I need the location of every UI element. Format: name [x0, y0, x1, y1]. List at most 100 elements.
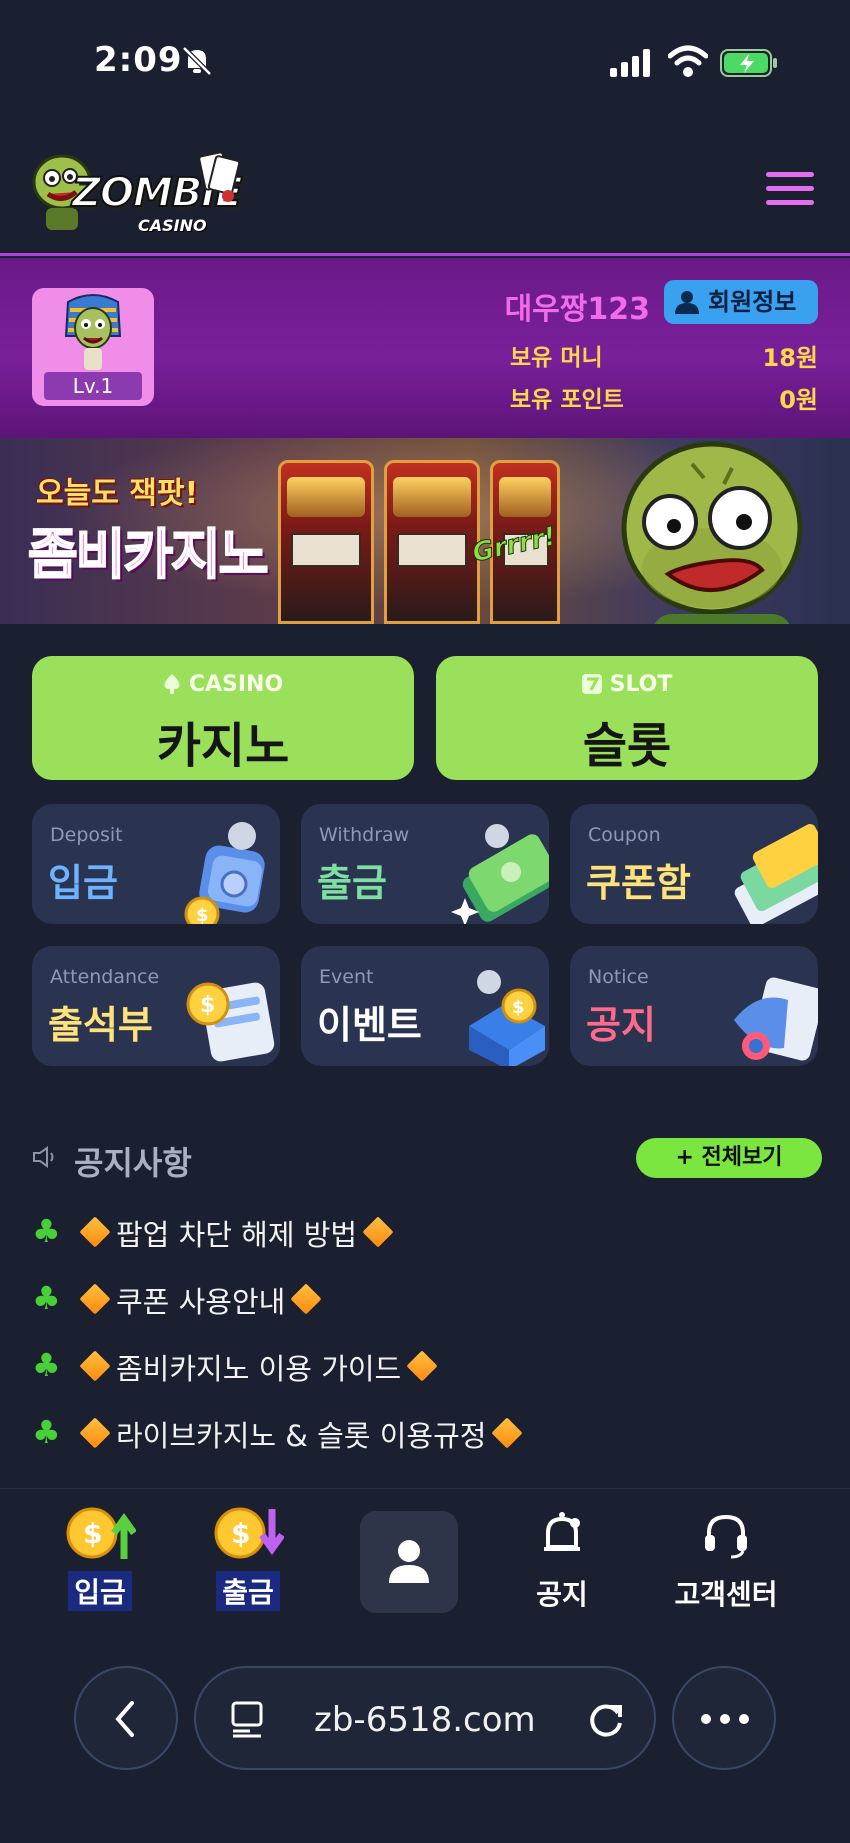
speaker-icon [33, 1146, 54, 1168]
notice-list-item[interactable]: ♣ 라이브카지노 & 슬롯 이용규정 [32, 1409, 822, 1453]
points-value: 0원 [779, 386, 818, 414]
attendance-tile[interactable]: Attendance 출석부 $ [32, 946, 280, 1066]
svg-text:$: $ [231, 1517, 250, 1550]
slot-main-label: 슬롯 [582, 718, 672, 774]
url-text: zb-6518.com [314, 1700, 536, 1740]
club-icon: ♣ [32, 1413, 61, 1451]
nav-notice-label: 공지 [536, 1578, 588, 1611]
tile-en-label: Coupon [588, 824, 661, 846]
address-bar[interactable]: zb-6518.com [194, 1666, 656, 1770]
calendar-coin-icon: $ [186, 982, 275, 1062]
club-icon: ♣ [32, 1212, 61, 1250]
casino-category-button[interactable]: CASINO 카지노 [32, 656, 414, 780]
banner-subtitle: 오늘도 잭팟! [36, 476, 199, 511]
slot-machine-image [384, 460, 480, 624]
status-time: 2:09 [94, 40, 183, 80]
nav-notice[interactable]: 공지 [492, 1503, 632, 1615]
banner-title: 좀비카지노 [27, 522, 269, 587]
nav-support-label: 고객센터 [674, 1578, 778, 1611]
svg-text:$: $ [200, 993, 215, 1018]
chevron-left-icon [115, 1701, 134, 1737]
tile-ko-label: 공지 [586, 1003, 656, 1047]
notice-list-item[interactable]: ♣ 팝업 차단 해제 방법 [32, 1208, 822, 1252]
svg-text:$: $ [83, 1517, 102, 1550]
page-menu-icon [231, 1701, 263, 1738]
gift-box-coin-icon: $ [469, 970, 545, 1066]
event-tile[interactable]: Event 이벤트 $ [301, 946, 549, 1066]
club-icon: ♣ [32, 1346, 61, 1384]
club-icon: ♣ [32, 1279, 61, 1317]
coin-down-arrow-icon: $ [214, 1507, 284, 1559]
slot-machine-image [278, 460, 374, 624]
cellular-signal-icon [610, 49, 650, 77]
tile-ko-label: 입금 [48, 861, 118, 905]
battery-charging-icon [720, 49, 777, 77]
tile-ko-label: 출석부 [48, 1003, 153, 1047]
notice-text: 좀비카지노 이용 가이드 [79, 1346, 443, 1388]
tile-ko-label: 출금 [317, 861, 387, 905]
reload-icon[interactable] [588, 1699, 626, 1739]
nav-profile-button[interactable] [360, 1511, 458, 1613]
member-info-label: 회원정보 [708, 288, 797, 316]
coupon-tile[interactable]: Coupon 쿠폰함 [570, 804, 818, 924]
wallet-coin-icon: $ [184, 822, 265, 924]
status-bar: 2:09 [0, 0, 850, 120]
app-header: ZOMBIE CASINO [0, 120, 850, 256]
hamburger-menu-icon[interactable] [766, 172, 814, 210]
money-value: 18원 [762, 344, 818, 372]
username: 대우짱123 [504, 292, 650, 327]
notice-tile[interactable]: Notice 공지 [570, 946, 818, 1066]
nav-deposit[interactable]: $ 입금 [30, 1503, 170, 1615]
notice-list-item[interactable]: ♣ 좀비카지노 이용 가이드 [32, 1342, 822, 1386]
playing-cards-icon [198, 151, 240, 202]
member-info-button[interactable]: 회원정보 [664, 280, 818, 324]
user-icon [389, 1540, 429, 1583]
notice-text: 팝업 차단 해제 방법 [79, 1212, 399, 1254]
spade-icon [164, 674, 180, 694]
nav-withdraw-label: 출금 [216, 1571, 280, 1611]
back-button[interactable] [74, 1666, 178, 1770]
megaphone-document-icon [734, 977, 818, 1061]
notice-text: 라이브카지노 & 슬롯 이용규정 [79, 1413, 528, 1455]
withdraw-tile[interactable]: Withdraw 출금 [301, 804, 549, 924]
nav-support[interactable]: 고객센터 [656, 1503, 796, 1615]
pharaoh-zombie-avatar-icon [64, 294, 122, 370]
svg-text:$: $ [196, 905, 209, 924]
avatar[interactable]: Lv.1 [32, 288, 154, 406]
slot-sub-label: SLOT [436, 672, 818, 697]
level-badge: Lv.1 [44, 372, 142, 400]
tile-ko-label: 이벤트 [317, 1003, 422, 1047]
bell-muted-icon [182, 46, 212, 76]
tile-ko-label: 쿠폰함 [586, 861, 691, 905]
promo-banner[interactable]: 오늘도 잭팟! 좀비카지노 Grrrr! [0, 438, 850, 624]
zombie-casino-logo[interactable]: ZOMBIE CASINO [30, 144, 250, 244]
user-icon [675, 291, 699, 314]
slot-category-button[interactable]: SLOT 슬롯 [436, 656, 818, 780]
nav-deposit-label: 입금 [68, 1571, 132, 1611]
wifi-icon [668, 45, 708, 77]
slot-seven-icon [581, 674, 602, 694]
notice-section-header: 공지사항 + 전체보기 [32, 1132, 822, 1182]
tile-en-label: Notice [588, 966, 649, 988]
notice-text: 쿠폰 사용안내 [79, 1279, 327, 1321]
tile-en-label: Event [319, 966, 374, 988]
nav-withdraw[interactable]: $ 출금 [178, 1503, 318, 1615]
logo-subtext: CASINO [138, 216, 207, 235]
notice-section-title: 공지사항 [74, 1144, 192, 1182]
tile-en-label: Deposit [50, 824, 123, 846]
user-profile-panel: Lv.1 대우짱123 회원정보 보유 머니 18원 보유 포인트 0원 [0, 258, 850, 438]
more-options-button[interactable] [672, 1666, 776, 1770]
points-label: 보유 포인트 [510, 387, 624, 413]
coin-up-arrow-icon: $ [66, 1507, 136, 1559]
bottom-navigation: $ 입금 $ 출금 공지 고객센터 [0, 1488, 850, 1624]
casino-sub-label: CASINO [32, 672, 414, 697]
notice-list-item[interactable]: ♣ 쿠폰 사용안내 [32, 1275, 822, 1319]
tile-en-label: Withdraw [319, 824, 410, 846]
zombie-mascot-icon [621, 441, 803, 624]
svg-text:$: $ [512, 997, 525, 1018]
bell-icon [544, 1512, 580, 1551]
tile-en-label: Attendance [50, 966, 160, 988]
money-label: 보유 머니 [510, 345, 603, 371]
see-all-button[interactable]: + 전체보기 [636, 1138, 822, 1178]
deposit-tile[interactable]: Deposit 입금 $ [32, 804, 280, 924]
